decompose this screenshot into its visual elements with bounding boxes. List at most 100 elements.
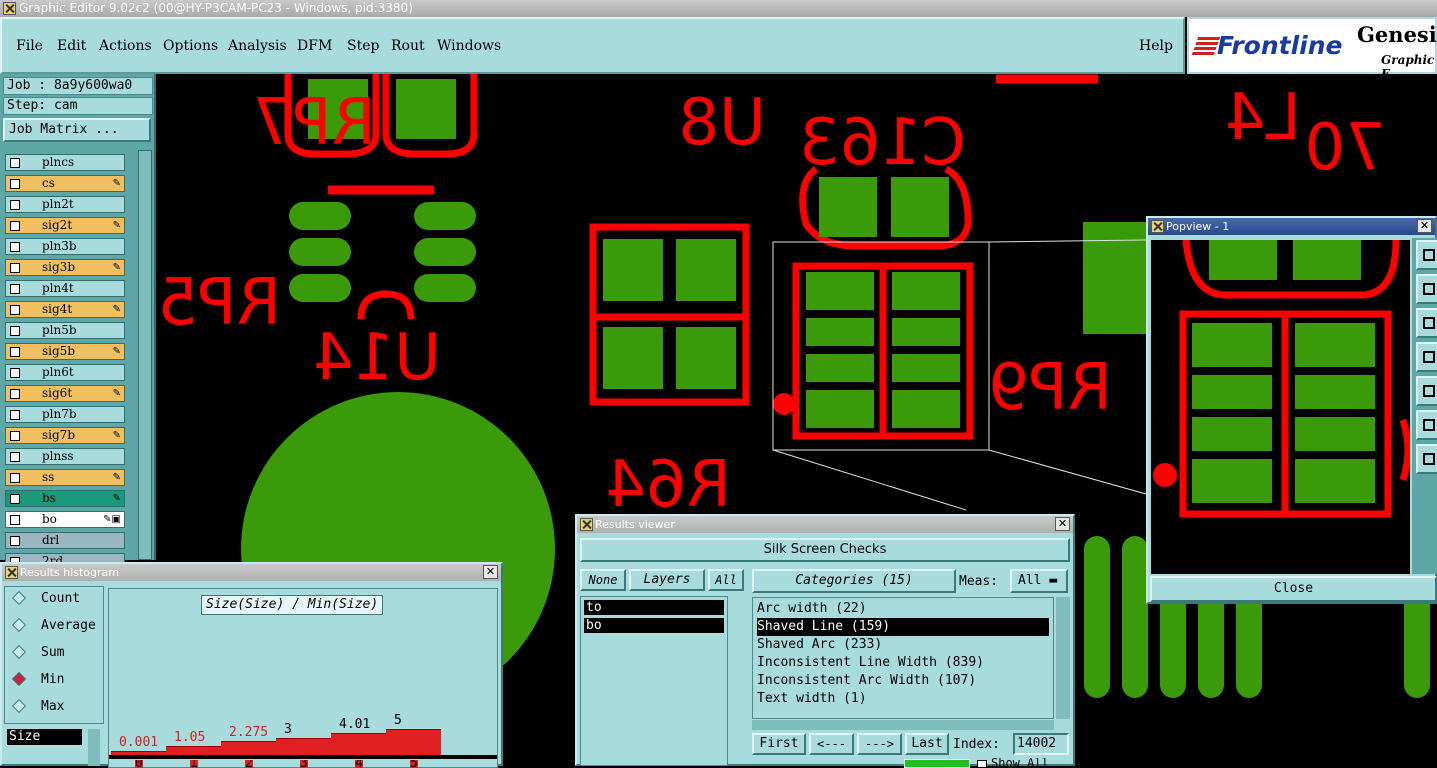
category-item[interactable]: Inconsistent Arc Width (107): [757, 672, 976, 690]
index-input[interactable]: 14002: [1013, 733, 1069, 755]
category-item[interactable]: Arc width (22): [757, 600, 867, 618]
layer-checkbox[interactable]: [10, 158, 20, 168]
category-item[interactable]: Inconsistent Line Width (839): [757, 654, 984, 672]
layer-checkbox[interactable]: [10, 452, 20, 462]
category-item[interactable]: Shaved Arc (233): [757, 636, 882, 654]
layer-checkbox[interactable]: [10, 347, 20, 357]
meas-select[interactable]: All ▬: [1010, 569, 1068, 593]
menu-help[interactable]: Help: [1139, 38, 1173, 54]
layer-row[interactable]: sig7b ✎: [5, 427, 125, 444]
layer-checkbox[interactable]: [10, 242, 20, 252]
layer-checkbox[interactable]: [10, 179, 20, 189]
layer-row[interactable]: drl: [5, 532, 125, 549]
layer-row[interactable]: sig2t ✎: [5, 217, 125, 234]
zoom-in-button[interactable]: [1416, 410, 1437, 440]
radio-sum[interactable]: Sum: [11, 643, 101, 663]
show-all-checkbox[interactable]: [977, 760, 987, 768]
radio-count[interactable]: Count: [11, 589, 101, 609]
menu-analysis[interactable]: Analysis: [228, 38, 287, 54]
layer-checkbox[interactable]: [10, 410, 20, 420]
histogram-bar[interactable]: [166, 746, 221, 755]
layer-row[interactable]: pln5b: [5, 322, 125, 339]
layer-checkbox[interactable]: [10, 431, 20, 441]
close-icon[interactable]: ✕: [483, 565, 498, 579]
menu-step[interactable]: Step: [347, 38, 379, 54]
layer-checkbox[interactable]: [10, 473, 20, 483]
zoom-fit-button[interactable]: [1416, 240, 1437, 270]
layer-checkbox[interactable]: [10, 368, 20, 378]
category-scrollbar[interactable]: [1056, 597, 1070, 719]
layer-checkbox[interactable]: [10, 263, 20, 273]
menu-rout[interactable]: Rout: [391, 38, 425, 54]
layer-row[interactable]: cs ✎: [5, 175, 125, 192]
layer-row[interactable]: ss ✎: [5, 469, 125, 486]
histogram-bar[interactable]: [331, 733, 386, 755]
layer-row[interactable]: bo ✎▣: [5, 511, 125, 528]
pan-left-button[interactable]: [1416, 342, 1437, 372]
radio-max[interactable]: Max: [11, 697, 101, 717]
category-hscrollbar[interactable]: [752, 720, 1054, 730]
layer-name: ss: [42, 470, 55, 484]
menu-actions[interactable]: Actions: [99, 38, 152, 54]
popview-canvas[interactable]: [1151, 240, 1410, 574]
zoom-out-button[interactable]: [1416, 444, 1437, 474]
histogram-field-scroll[interactable]: [88, 729, 100, 766]
radio-min[interactable]: Min: [11, 670, 101, 690]
layer-name: sig6t: [42, 386, 73, 400]
category-item[interactable]: Shaved Line (159): [757, 618, 1049, 636]
layer-row[interactable]: sig5b ✎: [5, 343, 125, 360]
menu-dfm[interactable]: DFM: [297, 38, 332, 54]
histogram-field-input[interactable]: Size: [7, 729, 82, 745]
histogram-bar[interactable]: [276, 737, 331, 755]
pan-right-button[interactable]: [1416, 376, 1437, 406]
layer-checkbox[interactable]: [10, 284, 20, 294]
categories-button[interactable]: Categories (15): [752, 569, 956, 593]
prev-button[interactable]: <---: [809, 733, 854, 755]
popview-close-button[interactable]: Close: [1150, 576, 1437, 602]
histogram-bar[interactable]: [221, 740, 276, 755]
layer-row[interactable]: sig3b ✎: [5, 259, 125, 276]
layers-none-button[interactable]: None: [580, 569, 626, 591]
layer-checkbox[interactable]: [10, 200, 20, 210]
menu-options[interactable]: Options: [163, 38, 218, 54]
layer-scrollbar[interactable]: [138, 150, 152, 560]
pan-down-button[interactable]: [1416, 308, 1437, 338]
category-item[interactable]: Text width (1): [757, 690, 867, 708]
menu-file[interactable]: File: [16, 38, 43, 54]
layer-checkbox[interactable]: [10, 515, 20, 525]
layer-row[interactable]: pln3b: [5, 238, 125, 255]
layer-row[interactable]: pln2t: [5, 196, 125, 213]
layer-row[interactable]: plncs: [5, 154, 125, 171]
layer-row[interactable]: sig4t ✎: [5, 301, 125, 318]
zoom-out-icon: [1423, 453, 1435, 465]
histogram-bar[interactable]: [386, 729, 441, 755]
layer-checkbox[interactable]: [10, 494, 20, 504]
layer-row[interactable]: pln7b: [5, 406, 125, 423]
menu-edit[interactable]: Edit: [57, 38, 86, 54]
close-icon[interactable]: ✕: [1417, 219, 1432, 233]
close-icon[interactable]: ✕: [1055, 517, 1070, 531]
layer-row[interactable]: plnss: [5, 448, 125, 465]
result-layer-item[interactable]: bo: [584, 618, 724, 633]
radio-average[interactable]: Average: [11, 616, 101, 636]
layer-row[interactable]: pln4t: [5, 280, 125, 297]
job-matrix-button[interactable]: Job Matrix ...: [3, 118, 151, 142]
layer-checkbox[interactable]: [10, 305, 20, 315]
layers-button[interactable]: Layers: [629, 569, 705, 591]
first-button[interactable]: First: [752, 733, 806, 755]
menu-windows[interactable]: Windows: [437, 38, 501, 54]
layer-row[interactable]: pln6t: [5, 364, 125, 381]
layer-checkbox[interactable]: [10, 389, 20, 399]
zoom-fit-icon: [1423, 249, 1435, 261]
layer-checkbox[interactable]: [10, 536, 20, 546]
last-button[interactable]: Last: [905, 733, 949, 755]
result-layer-item[interactable]: to: [584, 600, 724, 615]
layer-row[interactable]: bs ✎: [5, 490, 125, 507]
layers-all-button[interactable]: All: [708, 569, 744, 591]
next-button[interactable]: --->: [857, 733, 902, 755]
layer-checkbox[interactable]: [10, 221, 20, 231]
layer-row[interactable]: sig6t ✎: [5, 385, 125, 402]
pan-up-button[interactable]: [1416, 274, 1437, 304]
check-name-header[interactable]: Silk Screen Checks: [580, 538, 1070, 562]
layer-checkbox[interactable]: [10, 326, 20, 336]
